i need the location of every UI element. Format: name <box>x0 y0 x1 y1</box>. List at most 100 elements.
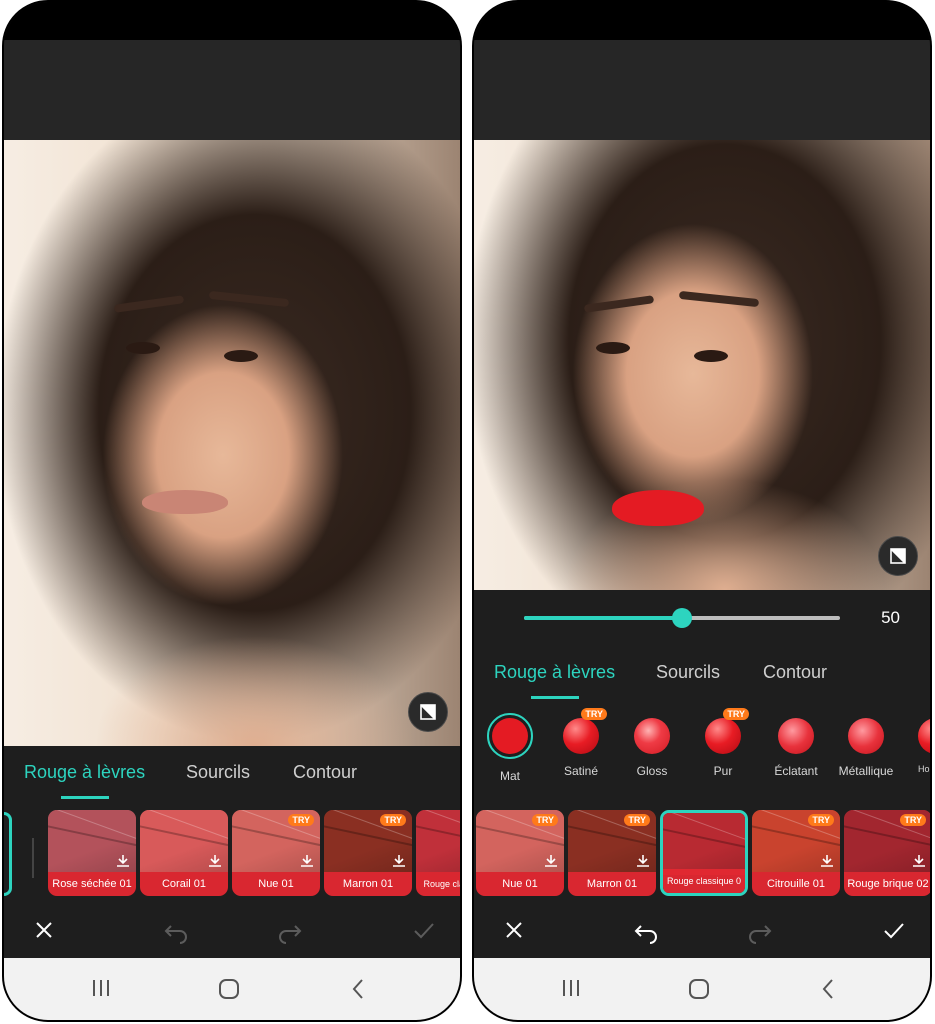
tab-eyebrows[interactable]: Sourcils <box>186 762 250 783</box>
finish-pur[interactable]: TRY Pur <box>693 708 753 778</box>
slider-fill <box>524 616 682 620</box>
makeup-tabs: Rouge à lèvres Sourcils Contour <box>474 646 930 701</box>
recent-apps-icon[interactable] <box>560 978 582 998</box>
download-icon <box>913 855 925 867</box>
download-icon <box>545 855 557 867</box>
slider-thumb[interactable] <box>672 608 692 628</box>
undo-icon[interactable] <box>632 916 660 944</box>
swatch-citrouille[interactable]: TRY Citrouille 01 <box>752 810 840 896</box>
swatch-nue[interactable]: TRY Nue 01 <box>232 810 320 896</box>
redo-icon[interactable] <box>276 916 304 944</box>
download-icon <box>393 855 405 867</box>
close-icon[interactable] <box>500 916 528 944</box>
swatch-nue[interactable]: TRY Nue 01 <box>476 810 564 896</box>
finish-metallique[interactable]: Métallique <box>836 718 896 778</box>
swatch-texture <box>663 813 745 875</box>
finish-swatch <box>705 718 741 754</box>
compare-icon <box>890 548 906 564</box>
finish-swatch <box>634 718 670 754</box>
action-bar <box>4 900 460 960</box>
tab-contour[interactable]: Contour <box>763 662 827 683</box>
download-icon <box>117 855 129 867</box>
tab-lipstick[interactable]: Rouge à lèvres <box>494 662 615 699</box>
try-badge: TRY <box>532 814 558 826</box>
try-badge: TRY <box>581 708 607 720</box>
try-badge: TRY <box>624 814 650 826</box>
check-icon[interactable] <box>410 916 438 944</box>
finish-eclatant[interactable]: Éclatant <box>766 718 826 778</box>
swatch-rose-sechee[interactable]: Rose séchée 01 <box>48 810 136 896</box>
phone-screen-right: 50 Rouge à lèvres Sourcils Contour Mat T… <box>472 0 932 1022</box>
tab-contour[interactable]: Contour <box>293 762 357 783</box>
compare-icon <box>420 704 436 720</box>
intensity-slider-row: 50 <box>474 590 930 646</box>
compare-button[interactable] <box>878 536 918 576</box>
eye-left <box>596 342 630 354</box>
swatch-label: Nue 01 <box>232 872 320 896</box>
swatch-label: Rouge classique 0 <box>663 869 745 893</box>
finish-label: Ho ph <box>918 764 930 774</box>
try-badge: TRY <box>380 814 406 826</box>
finish-swatch <box>778 718 814 754</box>
phone-screen-left: Rouge à lèvres Sourcils Contour Rose séc… <box>2 0 462 1022</box>
finish-label: Mat <box>499 769 520 783</box>
swatch-partial[interactable] <box>4 812 12 896</box>
makeup-tabs: Rouge à lèvres Sourcils Contour <box>4 746 460 801</box>
app-bar <box>4 40 460 140</box>
undo-icon[interactable] <box>162 916 190 944</box>
download-icon <box>301 855 313 867</box>
finish-swatch <box>492 718 528 754</box>
finish-partial[interactable]: Ho ph <box>900 718 930 774</box>
finish-mat[interactable]: Mat <box>480 713 540 783</box>
finish-label: Métallique <box>838 764 894 778</box>
try-badge: TRY <box>288 814 314 826</box>
download-icon <box>821 855 833 867</box>
eye-right <box>224 350 258 362</box>
finish-row: Mat TRY Satiné Gloss TRY Pur Éclatant Mé… <box>474 700 930 808</box>
try-badge: TRY <box>723 708 749 720</box>
system-nav-bar <box>474 958 930 1020</box>
swatch-label: Rose séchée 01 <box>48 872 136 896</box>
swatch-rouge-brique[interactable]: TRY Rouge brique 02 <box>844 810 930 896</box>
swatch-label: Marron 01 <box>568 872 656 896</box>
finish-swatch <box>918 718 930 754</box>
finish-label: Gloss <box>636 764 668 778</box>
tab-lipstick[interactable]: Rouge à lèvres <box>24 762 145 799</box>
compare-button[interactable] <box>408 692 448 732</box>
eye-left <box>126 342 160 354</box>
color-swatch-row: Rose séchée 01 Corail 01 TRY Nue 01 TRY … <box>4 800 460 910</box>
swatch-marron[interactable]: TRY Marron 01 <box>568 810 656 896</box>
swatch-rouge-classique[interactable]: Rouge classique 0 <box>660 810 748 896</box>
swatch-rouge-classique[interactable]: Rouge clas <box>416 810 460 896</box>
intensity-slider[interactable] <box>524 608 840 628</box>
portrait-photo <box>4 140 460 746</box>
try-badge: TRY <box>900 814 926 826</box>
close-icon[interactable] <box>30 916 58 944</box>
swatch-corail[interactable]: Corail 01 <box>140 810 228 896</box>
action-bar <box>474 900 930 960</box>
status-bar <box>4 2 460 40</box>
back-icon[interactable] <box>350 978 366 1000</box>
redo-icon[interactable] <box>746 916 774 944</box>
eyebrow-left <box>113 295 185 313</box>
finish-swatch <box>563 718 599 754</box>
finish-label: Pur <box>713 764 733 778</box>
app-bar <box>474 40 930 140</box>
home-icon[interactable] <box>218 978 240 1000</box>
finish-satine[interactable]: TRY Satiné <box>551 708 611 778</box>
tab-eyebrows[interactable]: Sourcils <box>656 662 720 683</box>
swatch-label: Marron 01 <box>324 872 412 896</box>
finish-label: Éclatant <box>774 764 818 778</box>
check-icon[interactable] <box>880 916 908 944</box>
finish-gloss[interactable]: Gloss <box>622 718 682 778</box>
swatch-marron[interactable]: TRY Marron 01 <box>324 810 412 896</box>
finish-swatch <box>848 718 884 754</box>
slider-value: 50 <box>881 608 900 627</box>
finish-selected-ring <box>487 713 533 759</box>
system-nav-bar <box>4 958 460 1020</box>
download-icon <box>209 855 221 867</box>
back-icon[interactable] <box>820 978 836 1000</box>
recent-apps-icon[interactable] <box>90 978 112 998</box>
swatch-texture <box>416 810 460 872</box>
home-icon[interactable] <box>688 978 710 1000</box>
